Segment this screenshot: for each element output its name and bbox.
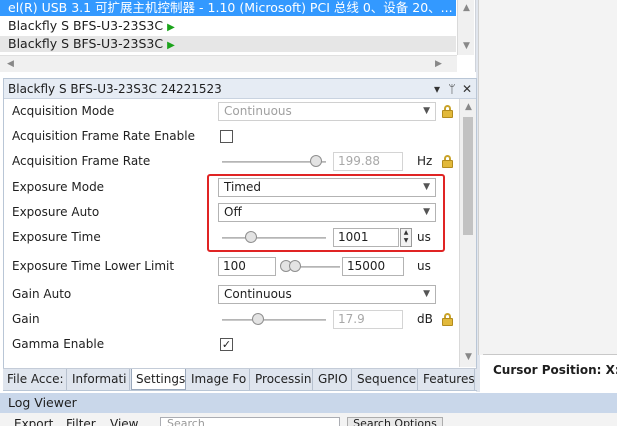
- lock-icon: [442, 105, 453, 118]
- gain-slider: [222, 319, 326, 321]
- gain-input: 17.9: [333, 310, 403, 329]
- tree-row-usb-controller[interactable]: el(R) USB 3.1 可扩展主机控制器 - 1.10 (Microsoft…: [0, 0, 456, 16]
- log-viewer-title: Log Viewer: [0, 393, 617, 413]
- scroll-left-icon[interactable]: ◀: [2, 56, 19, 73]
- view-button[interactable]: View: [110, 417, 138, 426]
- tree-row-camera-2[interactable]: Blackfly S BFS-U3-23S3C ▶: [0, 36, 456, 52]
- scroll-down-icon[interactable]: ▼: [460, 349, 477, 366]
- property-label: Gain: [12, 312, 40, 326]
- property-label: Exposure Mode: [12, 180, 105, 194]
- exposure-lower-limit-min-input[interactable]: 100: [218, 257, 276, 276]
- gamma-enable-checkbox[interactable]: ✓: [220, 338, 233, 351]
- tree-vertical-scrollbar[interactable]: ▲ ▼: [457, 0, 474, 55]
- tree-row-label: Blackfly S BFS-U3-23S3C: [8, 18, 164, 33]
- scroll-up-icon[interactable]: ▲: [458, 0, 475, 17]
- tab-gpio[interactable]: GPIO: [314, 369, 352, 390]
- exposure-lower-limit-max-input[interactable]: 15000: [342, 257, 404, 276]
- unit-label: us: [417, 259, 431, 273]
- chevron-down-icon: ▼: [423, 289, 430, 299]
- play-icon: ▶: [167, 40, 175, 51]
- property-row-gain-auto: Gain Auto Continuous ▼: [4, 282, 460, 307]
- acquisition-frame-rate-input: 199.88: [333, 152, 403, 171]
- tab-strip: File Acce: Informati Settings Image Fo P…: [3, 368, 477, 390]
- property-row-gamma-enable: Gamma Enable ✓: [4, 332, 460, 357]
- select-value: Continuous: [224, 104, 292, 118]
- acquisition-frame-rate-enable-checkbox[interactable]: [220, 130, 233, 143]
- tree-horizontal-scrollbar[interactable]: ◀ ▶: [0, 55, 457, 72]
- pin-icon[interactable]: ᛘ: [445, 79, 459, 99]
- search-options-button[interactable]: Search Options: [347, 417, 443, 426]
- tab-processing[interactable]: Processin: [251, 369, 313, 390]
- properties-title: Blackfly S BFS-U3-23S3C 24221523 ▾ ᛘ ✕: [4, 79, 476, 99]
- property-label: Acquisition Frame Rate: [12, 154, 151, 168]
- scroll-right-icon[interactable]: ▶: [430, 56, 447, 73]
- tab-sequence[interactable]: Sequence: [353, 369, 418, 390]
- property-row-exposure-time-lower-limit: Exposure Time Lower Limit 100 15000 us: [4, 254, 460, 279]
- panel-menu-icon[interactable]: ▾: [430, 79, 444, 99]
- scroll-down-icon[interactable]: ▼: [458, 38, 475, 55]
- acquisition-mode-select: Continuous ▼: [218, 102, 436, 121]
- property-label: Acquisition Frame Rate Enable: [12, 129, 195, 143]
- property-row-acquisition-mode: Acquisition Mode Continuous ▼: [4, 99, 460, 124]
- scroll-thumb[interactable]: [463, 117, 473, 235]
- tree-row-camera-1[interactable]: Blackfly S BFS-U3-23S3C ▶: [0, 18, 456, 34]
- unit-label: dB: [417, 312, 433, 326]
- property-row-acquisition-frame-rate: Acquisition Frame Rate 199.88 Hz: [4, 149, 460, 174]
- tree-row-label: Blackfly S BFS-U3-23S3C: [8, 36, 164, 51]
- tab-settings[interactable]: Settings: [131, 369, 186, 390]
- chevron-down-icon: ▼: [423, 106, 430, 116]
- slider-thumb: [251, 313, 264, 325]
- play-icon: ▶: [167, 22, 175, 33]
- property-label: Exposure Auto: [12, 205, 100, 219]
- property-label: Gain Auto: [12, 287, 72, 301]
- property-label: Exposure Time: [12, 230, 101, 244]
- properties-vertical-scrollbar[interactable]: ▲ ▼: [459, 99, 476, 367]
- property-label: Gamma Enable: [12, 337, 105, 351]
- property-label: Exposure Time Lower Limit: [12, 259, 175, 273]
- gain-auto-select[interactable]: Continuous ▼: [218, 285, 436, 304]
- slider-thumb: [310, 155, 323, 167]
- property-row-acquisition-frame-rate-enable: Acquisition Frame Rate Enable: [4, 124, 460, 149]
- select-value: Continuous: [224, 287, 292, 301]
- export-button[interactable]: Export: [14, 417, 53, 426]
- scroll-up-icon[interactable]: ▲: [460, 99, 477, 116]
- close-icon[interactable]: ✕: [460, 79, 474, 99]
- unit-label: Hz: [417, 154, 433, 168]
- property-label: Acquisition Mode: [12, 104, 115, 118]
- cursor-position-readout: Cursor Position: X:0 ,: [483, 354, 617, 384]
- range-thumb-high[interactable]: [289, 260, 301, 272]
- tab-file-access[interactable]: File Acce:: [3, 369, 67, 390]
- lock-icon: [442, 313, 453, 326]
- property-row-gain: Gain 17.9 dB: [4, 307, 460, 332]
- tab-image-format[interactable]: Image Fo: [187, 369, 250, 390]
- device-tree: el(R) USB 3.1 可扩展主机控制器 - 1.10 (Microsoft…: [0, 0, 476, 72]
- properties-title-text: Blackfly S BFS-U3-23S3C 24221523: [8, 82, 222, 96]
- tab-information[interactable]: Informati: [68, 369, 130, 390]
- image-view-area: [478, 0, 617, 355]
- filter-button[interactable]: Filter: [66, 417, 96, 426]
- lock-icon: [442, 155, 453, 168]
- tab-features[interactable]: Features: [419, 369, 475, 390]
- tree-row-label: el(R) USB 3.1 可扩展主机控制器 - 1.10 (Microsoft…: [8, 0, 453, 15]
- log-search-input[interactable]: Search: [160, 417, 340, 426]
- highlight-box: [207, 174, 445, 252]
